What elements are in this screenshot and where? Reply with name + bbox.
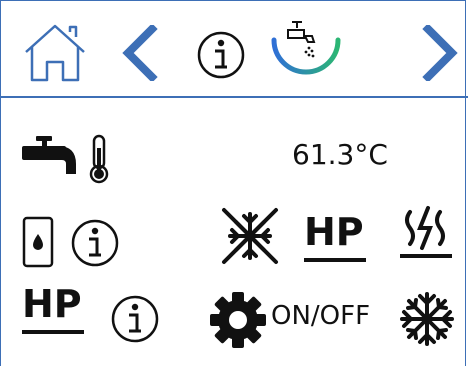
gear-icon[interactable] [208,290,268,350]
snowflake-icon[interactable] [398,290,456,348]
thermometer-icon [89,134,109,184]
tap-icon [22,136,76,174]
electric-heater-icon[interactable] [398,204,454,264]
back-chevron-icon[interactable] [118,25,160,81]
on-off-label[interactable]: ON/OFF [271,301,370,331]
heat-pump-label[interactable]: HP [304,213,364,251]
hp-label-underline [22,330,84,334]
hp-label[interactable]: HP [22,285,82,323]
hot-water-mode-icon[interactable] [268,14,344,84]
hot-water-temperature: 61.3°C [292,138,388,171]
water-tank-icon[interactable] [22,216,54,268]
info-icon[interactable] [196,30,246,80]
forward-chevron-icon[interactable] [420,25,462,81]
hp-info-icon[interactable] [110,294,160,344]
defrost-off-icon[interactable] [218,206,282,266]
header-divider [0,96,468,98]
tank-info-icon[interactable] [70,218,120,268]
heat-pump-underline [304,258,366,262]
home-icon[interactable] [22,22,88,84]
